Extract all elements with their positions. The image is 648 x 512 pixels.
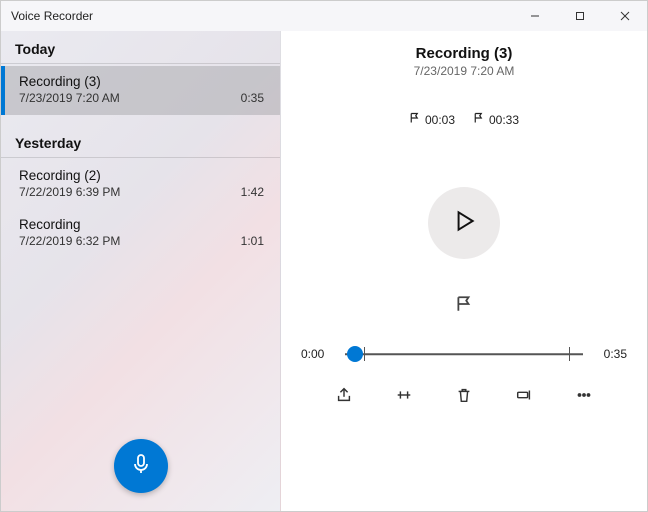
share-icon — [335, 386, 353, 409]
play-icon — [451, 208, 477, 239]
flag-icon — [473, 112, 485, 127]
recording-item[interactable]: Recording 7/22/2019 6:32 PM 1:01 — [1, 209, 280, 258]
app-window: Voice Recorder Today Recording (3) 7/23/… — [0, 0, 648, 512]
maximize-button[interactable] — [557, 1, 602, 31]
seek-slider[interactable] — [345, 344, 583, 364]
group-header-today: Today — [1, 31, 280, 63]
flag-icon — [409, 112, 421, 127]
timeline: 0:00 0:35 — [301, 344, 627, 364]
recording-title: Recording (2) — [19, 168, 101, 183]
titlebar: Voice Recorder — [1, 1, 647, 31]
trim-icon — [395, 386, 413, 409]
recording-title: Recording (3) — [19, 74, 101, 89]
marker-chip[interactable]: 00:33 — [473, 112, 519, 127]
rename-icon — [515, 386, 533, 409]
marker-time: 00:03 — [425, 113, 455, 127]
microphone-icon — [129, 452, 153, 481]
flag-icon — [455, 300, 473, 317]
minimize-button[interactable] — [512, 1, 557, 31]
recording-duration: 1:01 — [241, 234, 264, 248]
recording-duration: 1:42 — [241, 185, 264, 199]
track-line — [345, 353, 583, 355]
add-marker-button[interactable] — [455, 295, 473, 318]
record-button[interactable] — [114, 439, 168, 493]
trim-button[interactable] — [393, 386, 415, 408]
track-tick — [569, 347, 570, 361]
close-button[interactable] — [602, 1, 647, 31]
recording-item[interactable]: Recording (3) 7/23/2019 7:20 AM 0:35 — [1, 66, 280, 115]
detail-subtitle: 7/23/2019 7:20 AM — [414, 64, 515, 78]
detail-panel: Recording (3) 7/23/2019 7:20 AM 00:03 00… — [281, 31, 647, 511]
seek-thumb[interactable] — [347, 346, 363, 362]
window-title: Voice Recorder — [11, 9, 93, 23]
delete-button[interactable] — [453, 386, 475, 408]
share-button[interactable] — [333, 386, 355, 408]
recording-subtitle: 7/23/2019 7:20 AM — [19, 91, 120, 105]
divider — [1, 63, 280, 64]
marker-chip[interactable]: 00:03 — [409, 112, 455, 127]
time-current: 0:00 — [301, 347, 335, 361]
group-header-yesterday: Yesterday — [1, 125, 280, 157]
divider — [1, 157, 280, 158]
trash-icon — [455, 386, 473, 409]
more-icon — [575, 386, 593, 409]
recording-item[interactable]: Recording (2) 7/22/2019 6:39 PM 1:42 — [1, 160, 280, 209]
markers-row: 00:03 00:33 — [409, 112, 519, 127]
recording-subtitle: 7/22/2019 6:32 PM — [19, 234, 120, 248]
action-bar — [333, 386, 595, 408]
play-button[interactable] — [428, 187, 500, 259]
recording-subtitle: 7/22/2019 6:39 PM — [19, 185, 120, 199]
detail-title: Recording (3) — [416, 45, 513, 62]
track-tick — [364, 347, 365, 361]
rename-button[interactable] — [513, 386, 535, 408]
recording-duration: 0:35 — [241, 91, 264, 105]
time-total: 0:35 — [593, 347, 627, 361]
recording-title: Recording — [19, 217, 81, 232]
recordings-sidebar: Today Recording (3) 7/23/2019 7:20 AM 0:… — [1, 31, 281, 511]
marker-time: 00:33 — [489, 113, 519, 127]
content-area: Today Recording (3) 7/23/2019 7:20 AM 0:… — [1, 31, 647, 511]
more-button[interactable] — [573, 386, 595, 408]
